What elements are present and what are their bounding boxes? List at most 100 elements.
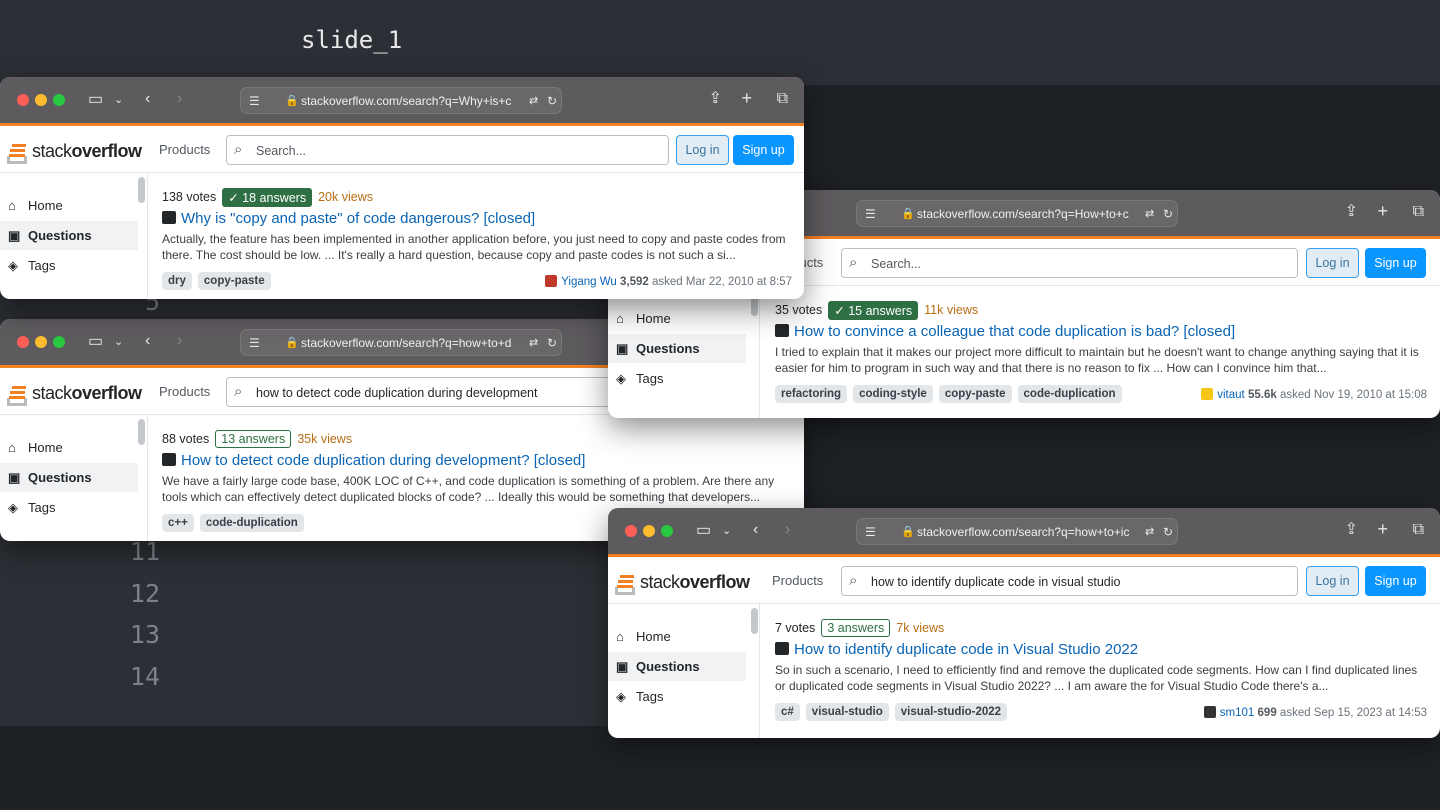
tag[interactable]: code-duplication xyxy=(199,514,304,532)
avatar[interactable] xyxy=(1201,388,1214,400)
sidebar-item-tags[interactable]: ◈ Tags xyxy=(608,682,746,711)
close-window-button[interactable] xyxy=(625,525,637,537)
forward-icon[interactable]: › xyxy=(785,521,790,539)
signup-button[interactable]: Sign up xyxy=(1365,566,1426,596)
maximize-window-button[interactable] xyxy=(53,94,65,106)
chevron-down-icon[interactable]: ⌄ xyxy=(722,522,731,540)
tag[interactable]: c++ xyxy=(162,514,194,532)
back-icon[interactable]: ‹ xyxy=(753,521,758,539)
login-button[interactable]: Log in xyxy=(1306,566,1359,596)
sidebar-item-tags[interactable]: ◈ Tags xyxy=(0,251,138,280)
tag[interactable]: coding-style xyxy=(853,385,933,403)
tab-overview-icon[interactable]: ⧉ xyxy=(1413,521,1424,539)
page-menu-icon[interactable]: ☰ xyxy=(249,92,260,110)
stackoverflow-logo[interactable]: stackoverflow xyxy=(7,136,142,166)
tag[interactable]: copy-paste xyxy=(197,272,271,290)
minimize-window-button[interactable] xyxy=(35,336,47,348)
products-link[interactable]: Products xyxy=(159,142,210,157)
search-input[interactable]: ⌕ Search... xyxy=(841,248,1298,278)
tab-overview-icon[interactable]: ⧉ xyxy=(1413,203,1424,221)
user-name[interactable]: Yigang Wu xyxy=(561,276,617,288)
question-title-link[interactable]: How to convince a colleague that code du… xyxy=(775,323,1235,340)
maximize-window-button[interactable] xyxy=(661,525,673,537)
new-tab-icon[interactable]: + xyxy=(741,89,752,107)
address-bar[interactable]: ☰ 🔒 stackoverflow.com/search?q=how+to+ic… xyxy=(856,518,1178,545)
reload-icon[interactable]: ↻ xyxy=(547,334,557,352)
tab-overview-icon[interactable]: ⧉ xyxy=(777,90,788,108)
sidebar-item-tags[interactable]: ◈ Tags xyxy=(0,493,138,522)
question-title-link[interactable]: How to identify duplicate code in Visual… xyxy=(775,641,1138,658)
minimize-window-button[interactable] xyxy=(643,525,655,537)
sidebar-toggle-icon[interactable]: ▭ xyxy=(88,91,103,109)
new-tab-icon[interactable]: + xyxy=(1377,520,1388,538)
avatar[interactable] xyxy=(1203,706,1216,718)
signup-button[interactable]: Sign up xyxy=(733,135,794,165)
tag[interactable]: dry xyxy=(162,272,192,290)
tag[interactable]: visual-studio xyxy=(805,703,889,721)
translate-icon[interactable]: ⇄ xyxy=(529,334,538,352)
sidebar-scrollbar[interactable] xyxy=(138,177,145,203)
sidebar-item-home[interactable]: ⌂ Home xyxy=(608,622,746,651)
address-bar[interactable]: ☰ 🔒 stackoverflow.com/search?q=how+to+d … xyxy=(240,329,562,356)
page-menu-icon[interactable]: ☰ xyxy=(865,523,876,541)
sidebar-toggle-icon[interactable]: ▭ xyxy=(696,522,711,540)
sidebar-item-questions[interactable]: ▣ Questions xyxy=(0,221,138,250)
stack-logo-icon xyxy=(7,138,29,164)
reload-icon[interactable]: ↻ xyxy=(1163,205,1173,223)
search-input[interactable]: ⌕ how to identify duplicate code in visu… xyxy=(841,566,1298,596)
login-button[interactable]: Log in xyxy=(676,135,729,165)
question-title-link[interactable]: How to detect code duplication during de… xyxy=(162,452,585,469)
address-bar[interactable]: ☰ 🔒 stackoverflow.com/search?q=How+to+c … xyxy=(856,200,1178,227)
sidebar-item-home[interactable]: ⌂ Home xyxy=(608,304,746,333)
sidebar-item-questions[interactable]: ▣ Questions xyxy=(608,652,746,681)
close-window-button[interactable] xyxy=(17,336,29,348)
forward-icon[interactable]: › xyxy=(177,90,182,108)
sidebar-item-questions[interactable]: ▣ Questions xyxy=(0,463,138,492)
new-tab-icon[interactable]: + xyxy=(1377,202,1388,220)
signup-button[interactable]: Sign up xyxy=(1365,248,1426,278)
sidebar-scrollbar[interactable] xyxy=(751,608,758,634)
share-icon[interactable]: ⇪ xyxy=(1345,203,1358,221)
tag[interactable]: c# xyxy=(775,703,800,721)
close-window-button[interactable] xyxy=(17,94,29,106)
question-title-link[interactable]: Why is "copy and paste" of code dangerou… xyxy=(162,210,535,227)
page-menu-icon[interactable]: ☰ xyxy=(865,205,876,223)
search-input[interactable]: ⌕ how to detect code duplication during … xyxy=(226,377,669,407)
user-name[interactable]: vitaut xyxy=(1217,389,1245,401)
sidebar-item-questions[interactable]: ▣ Questions xyxy=(608,334,746,363)
sidebar-item-home[interactable]: ⌂ Home xyxy=(0,191,138,220)
translate-icon[interactable]: ⇄ xyxy=(1145,523,1154,541)
translate-icon[interactable]: ⇄ xyxy=(529,92,538,110)
sidebar-toggle-icon[interactable]: ▭ xyxy=(88,333,103,351)
back-icon[interactable]: ‹ xyxy=(145,332,150,350)
reload-icon[interactable]: ↻ xyxy=(547,92,557,110)
maximize-window-button[interactable] xyxy=(53,336,65,348)
sidebar-scrollbar[interactable] xyxy=(138,419,145,445)
products-link[interactable]: Products xyxy=(159,384,210,399)
products-link[interactable]: Products xyxy=(772,573,823,588)
tag[interactable]: copy-paste xyxy=(938,385,1012,403)
share-icon[interactable]: ⇪ xyxy=(709,90,722,108)
user-name[interactable]: sm101 xyxy=(1220,707,1255,719)
sidebar-item-tags[interactable]: ◈ Tags xyxy=(608,364,746,393)
share-icon[interactable]: ⇪ xyxy=(1345,521,1358,539)
avatar[interactable] xyxy=(545,275,558,287)
stackoverflow-logo[interactable]: stackoverflow xyxy=(7,378,142,408)
login-button[interactable]: Log in xyxy=(1306,248,1359,278)
address-bar[interactable]: ☰ 🔒 stackoverflow.com/search?q=Why+is+c … xyxy=(240,87,562,114)
tag[interactable]: visual-studio-2022 xyxy=(894,703,1008,721)
tag[interactable]: code-duplication xyxy=(1017,385,1122,403)
browser-window-4: ▭ ⌄ ‹ › ☰ 🔒 stackoverflow.com/search?q=h… xyxy=(608,508,1440,738)
minimize-window-button[interactable] xyxy=(35,94,47,106)
tag[interactable]: refactoring xyxy=(775,385,848,403)
search-input[interactable]: ⌕ Search... xyxy=(226,135,669,165)
back-icon[interactable]: ‹ xyxy=(145,90,150,108)
chevron-down-icon[interactable]: ⌄ xyxy=(114,333,123,351)
reload-icon[interactable]: ↻ xyxy=(1163,523,1173,541)
sidebar-item-home[interactable]: ⌂ Home xyxy=(0,433,138,462)
forward-icon[interactable]: › xyxy=(177,332,182,350)
page-menu-icon[interactable]: ☰ xyxy=(249,334,260,352)
chevron-down-icon[interactable]: ⌄ xyxy=(114,91,123,109)
translate-icon[interactable]: ⇄ xyxy=(1145,205,1154,223)
stackoverflow-logo[interactable]: stackoverflow xyxy=(615,567,750,597)
